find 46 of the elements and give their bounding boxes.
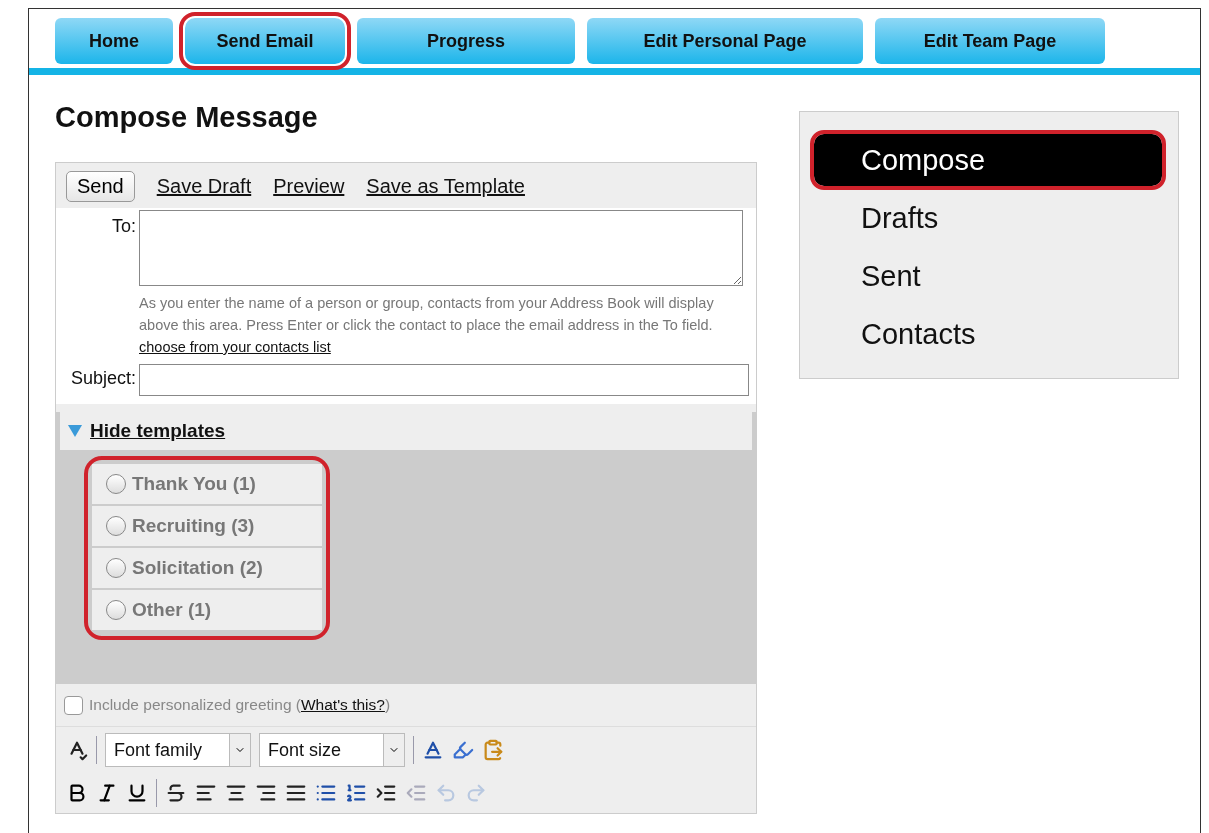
align-right-icon[interactable]	[255, 782, 277, 804]
action-link[interactable]: Preview	[273, 175, 345, 198]
triangle-icon[interactable]	[68, 425, 82, 437]
radio-button[interactable]	[106, 558, 126, 578]
bullet-list-icon[interactable]	[315, 782, 337, 804]
nav-tab[interactable]: Progress	[357, 18, 575, 64]
align-justify-icon[interactable]	[285, 782, 307, 804]
greeting-label: Include personalized greeting (	[89, 696, 301, 714]
send-button[interactable]: Send	[66, 171, 135, 202]
to-label: To:	[111, 215, 136, 238]
nav-tab[interactable]: Edit Personal Page	[587, 18, 863, 64]
highlighter-icon[interactable]	[452, 739, 474, 761]
whats-this-link[interactable]: What's this?	[300, 696, 385, 714]
radio-button[interactable]	[106, 474, 126, 494]
hide-templates-link[interactable]: Hide templates	[90, 420, 226, 442]
align-left-icon[interactable]	[195, 782, 217, 804]
to-help-text: As you enter the name of a person or group, contacts from your Address Book will display above this area. Press Enter or click the contact to place the email address in the To field. choose from your contacts list	[139, 294, 715, 357]
text-color-icon[interactable]	[422, 739, 444, 761]
greeting-checkbox[interactable]	[64, 695, 83, 715]
font-family-select[interactable]: Font family	[105, 733, 251, 767]
page-title: Compose Message	[55, 101, 319, 134]
font-size-select[interactable]: Font size	[259, 733, 405, 767]
template-option[interactable]: Thank You (1)	[92, 464, 322, 506]
radio-button[interactable]	[106, 600, 126, 620]
subject-label: Subject:	[69, 367, 136, 390]
subject-field[interactable]	[139, 364, 749, 396]
template-option[interactable]: Solicitation (2)	[92, 548, 322, 590]
numbered-list-icon[interactable]	[345, 782, 367, 804]
underline-icon[interactable]	[126, 782, 148, 804]
to-field[interactable]	[139, 210, 743, 286]
align-center-icon[interactable]	[225, 782, 247, 804]
paste-icon[interactable]	[482, 739, 504, 761]
template-option[interactable]: Other (1)	[92, 590, 322, 632]
nav-tab[interactable]: Home	[55, 18, 173, 64]
sidebar-item[interactable]: Sent	[814, 250, 1162, 302]
nav-tab[interactable]: Edit Team Page	[875, 18, 1105, 64]
action-link[interactable]: Save Draft	[156, 175, 252, 198]
greeting-paren: )	[384, 696, 391, 714]
action-link[interactable]: Save as Template	[366, 175, 525, 198]
contacts-link[interactable]: choose from your contacts list	[139, 339, 331, 355]
indent-icon[interactable]	[375, 782, 397, 804]
template-option[interactable]: Recruiting (3)	[92, 506, 322, 548]
radio-button[interactable]	[106, 516, 126, 536]
strikethrough-icon[interactable]	[165, 782, 187, 804]
sidebar-item[interactable]: Drafts	[814, 192, 1162, 244]
sidebar-item[interactable]: Contacts	[814, 308, 1162, 360]
